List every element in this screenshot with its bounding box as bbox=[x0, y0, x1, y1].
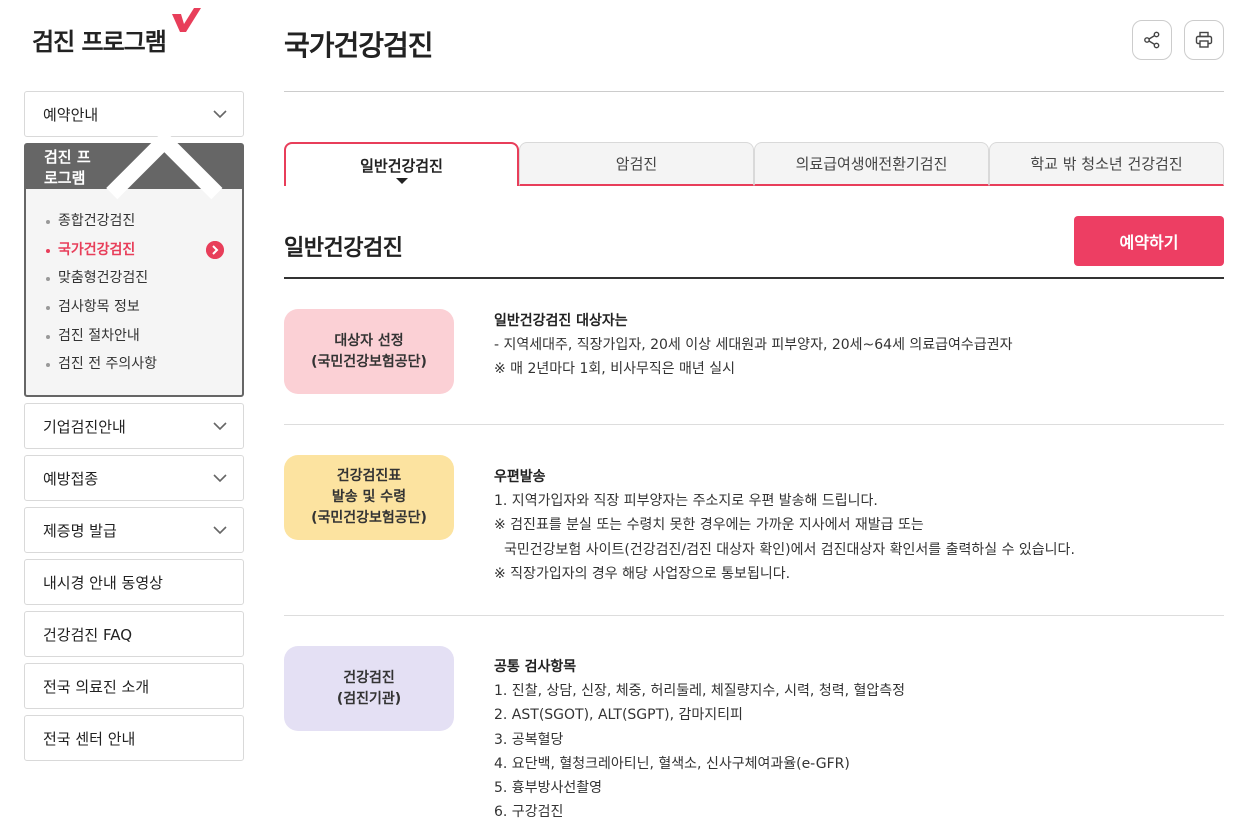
submenu-item-custom[interactable]: 맞춤형건강검진 bbox=[44, 264, 242, 293]
submenu-item-label: 검진 절차안내 bbox=[58, 327, 140, 344]
check-logo-icon bbox=[172, 8, 201, 32]
share-icon bbox=[1144, 31, 1160, 49]
sidebar-group-checkup-program: 검진 프로그램 종합건강검진 국가건강검진 맞춤형건강검진 검사항목 정보 검진… bbox=[24, 129, 244, 398]
row-divider bbox=[284, 424, 1224, 425]
step-line: ※ 검진표를 분실 또는 수령치 못한 경우에는 가까운 지사에서 재발급 또는 bbox=[494, 517, 924, 534]
step-heading: 우편발송 bbox=[494, 469, 546, 485]
print-icon bbox=[1195, 31, 1213, 48]
sidebar-item-label: 예약안내 bbox=[43, 105, 99, 124]
submenu-item-national[interactable]: 국가건강검진 bbox=[44, 236, 242, 265]
section-divider bbox=[284, 277, 1224, 279]
step-description-health-checkup: 공통 검사항목 1. 진찰, 상담, 신장, 체중, 허리둘레, 체질량지수, … bbox=[494, 655, 905, 824]
pill-line: (국민건강보험공단) bbox=[311, 510, 427, 526]
pill-line: 대상자 선정 bbox=[334, 332, 404, 349]
tab-label: 암검진 bbox=[615, 155, 658, 173]
step-line: 1. 진찰, 상담, 신장, 체중, 허리둘레, 체질량지수, 시력, 청력, … bbox=[494, 683, 906, 700]
step-heading: 공통 검사항목 bbox=[494, 659, 577, 675]
sidebar-item-label: 기업검진안내 bbox=[43, 417, 126, 436]
sidebar-item-centers[interactable]: 전국 센터 안내 bbox=[24, 715, 244, 762]
sidebar-item-label: 예방접종 bbox=[43, 469, 99, 488]
brand-title[interactable]: 검진 프로그램 bbox=[32, 22, 167, 57]
pill-line: 발송 및 수령 bbox=[331, 489, 407, 505]
step-line: 5. 흉부방사선촬영 bbox=[494, 780, 602, 797]
print-button[interactable] bbox=[1184, 20, 1224, 60]
step-pill-form-delivery: 건강검진표 발송 및 수령 (국민건강보험공단) bbox=[284, 455, 454, 540]
chevron-down-icon bbox=[213, 474, 227, 483]
step-line: ※ 직장가입자의 경우 해당 사업장으로 통보됩니다. bbox=[494, 565, 791, 582]
submenu-item-test-info[interactable]: 검사항목 정보 bbox=[44, 293, 242, 322]
submenu-item-label: 맞춤형건강검진 bbox=[58, 270, 149, 287]
step-heading: 일반건강검진 대상자는 bbox=[494, 313, 628, 329]
pill-line: (검진기관) bbox=[336, 690, 402, 707]
sidebar-item-vaccination[interactable]: 예방접종 bbox=[24, 455, 244, 502]
reserve-button[interactable]: 예약하기 bbox=[1074, 216, 1224, 266]
sidebar-submenu: 종합건강검진 국가건강검진 맞춤형건강검진 검사항목 정보 검진 절차안내 검진… bbox=[26, 189, 242, 395]
submenu-item-label: 국가건강검진 bbox=[58, 241, 136, 258]
step-line: - 지역세대주, 직장가입자, 20세 이상 세대원과 피부양자, 20세~64… bbox=[494, 337, 1013, 354]
chevron-down-icon bbox=[213, 422, 227, 431]
chevron-down-icon bbox=[213, 526, 227, 535]
step-pill-health-checkup: 건강검진 (검진기관) bbox=[284, 646, 454, 731]
title-divider bbox=[284, 91, 1224, 92]
tab-label: 의료급여생애전환기검진 bbox=[795, 155, 948, 173]
submenu-item-comprehensive[interactable]: 종합건강검진 bbox=[44, 207, 242, 236]
submenu-item-label: 종합건강검진 bbox=[58, 213, 136, 229]
sidebar-item-label: 전국 센터 안내 bbox=[43, 729, 136, 748]
submenu-item-precautions[interactable]: 검진 전 주의사항 bbox=[44, 350, 242, 379]
step-line: ※ 매 2년마다 1회, 비사무직은 매년 실시 bbox=[494, 361, 736, 378]
tab-general-checkup[interactable]: 일반건강검진 bbox=[284, 142, 519, 186]
share-button[interactable] bbox=[1132, 20, 1172, 60]
sidebar-item-endoscopy-video[interactable]: 내시경 안내 동영상 bbox=[24, 559, 244, 606]
pill-line: (국민건강보험공단) bbox=[311, 353, 427, 370]
step-description-target-selection: 일반건강검진 대상자는 - 지역세대주, 직장가입자, 20세 이상 세대원과 … bbox=[494, 309, 1012, 382]
step-line: 1. 지역가입자와 직장 피부양자는 주소지로 우편 발송해 드립니다. bbox=[494, 493, 878, 510]
submenu-item-procedure[interactable]: 검진 절차안내 bbox=[44, 322, 242, 351]
bullet-icon bbox=[46, 220, 50, 224]
bullet-icon bbox=[46, 363, 50, 368]
tab-cancer-screening[interactable]: 암검진 bbox=[519, 142, 754, 186]
sidebar-item-medical-staff[interactable]: 전국 의료진 소개 bbox=[24, 663, 244, 710]
submenu-item-label: 검진 전 주의사항 bbox=[58, 356, 158, 373]
sidebar-item-faq[interactable]: 건강검진 FAQ bbox=[24, 611, 244, 658]
pill-line: 건강검진표 bbox=[336, 468, 402, 484]
step-line: 2. AST(SGOT), ALT(SGPT), 감마지티피 bbox=[494, 707, 743, 724]
section-title: 일반건강검진 bbox=[284, 236, 403, 261]
sidebar-item-corporate[interactable]: 기업검진안내 bbox=[24, 403, 244, 450]
caret-down-icon bbox=[395, 178, 408, 184]
sidebar-item-certificates[interactable]: 제증명 발급 bbox=[24, 507, 244, 554]
step-line: 4. 요단백, 혈청크레아티닌, 혈색소, 신사구체여과율(e-GFR) bbox=[494, 755, 850, 772]
sidebar-item-label: 제증명 발급 bbox=[43, 521, 117, 540]
bullet-icon bbox=[46, 306, 50, 311]
bullet-icon bbox=[46, 277, 50, 282]
page-title: 국가건강검진 bbox=[284, 29, 434, 62]
row-divider bbox=[284, 615, 1224, 616]
submenu-item-label: 검사항목 정보 bbox=[58, 299, 140, 316]
tab-out-of-school-youth[interactable]: 학교 밖 청소년 건강검진 bbox=[989, 142, 1224, 186]
sidebar-item-label: 내시경 안내 동영상 bbox=[43, 573, 163, 592]
step-line: 3. 공복혈당 bbox=[494, 731, 564, 748]
tab-label: 학교 밖 청소년 건강검진 bbox=[1030, 155, 1183, 173]
sidebar-nav: 예약안내 검진 프로그램 종합건강검진 국가건강검진 맞춤형건강검진 검사항목 … bbox=[24, 91, 244, 767]
step-description-form-delivery: 우편발송 1. 지역가입자와 직장 피부양자는 주소지로 우편 발송해 드립니다… bbox=[494, 465, 1075, 586]
step-line: 6. 구강검진 bbox=[494, 804, 564, 821]
step-line: 국민건강보험 사이트(건강검진/검진 대상자 확인)에서 검진대상자 확인서를 … bbox=[504, 541, 1075, 558]
sidebar-group-header[interactable]: 검진 프로그램 bbox=[26, 129, 242, 199]
bullet-icon bbox=[46, 334, 50, 339]
pill-line: 건강검진 bbox=[343, 669, 395, 686]
sidebar-group-label: 검진 프로그램 bbox=[44, 148, 91, 187]
step-pill-target-selection: 대상자 선정 (국민건강보험공단) bbox=[284, 309, 454, 394]
bullet-icon bbox=[46, 248, 50, 253]
sidebar-item-label: 전국 의료진 소개 bbox=[43, 677, 150, 696]
tab-label: 일반건강검진 bbox=[360, 156, 443, 175]
tab-medical-aid-lifecycle[interactable]: 의료급여생애전환기검진 bbox=[754, 142, 989, 186]
chevron-right-circle-icon bbox=[206, 240, 224, 259]
tab-bar: 일반건강검진 암검진 의료급여생애전환기검진 학교 밖 청소년 건강검진 bbox=[284, 142, 1224, 186]
sidebar-item-label: 건강검진 FAQ bbox=[43, 625, 133, 644]
